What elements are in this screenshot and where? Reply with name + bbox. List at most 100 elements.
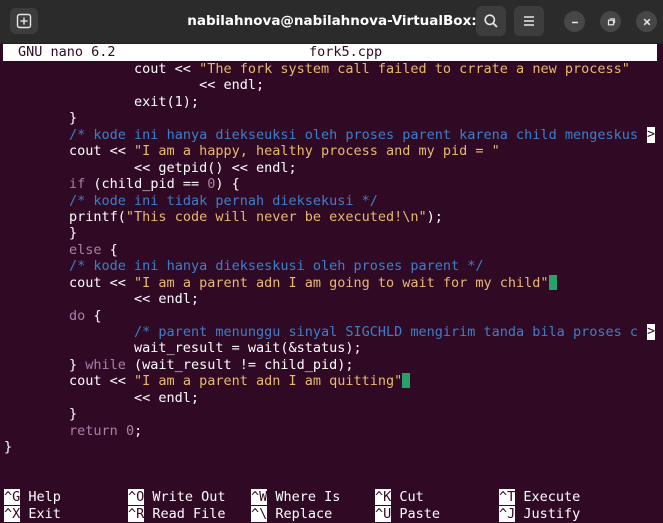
shortcut-label: Replace bbox=[267, 506, 333, 522]
code-text: cout << bbox=[4, 61, 200, 77]
code-line: else { bbox=[4, 242, 638, 258]
code-string: "I am a parent adn I am going to wait fo… bbox=[134, 274, 549, 291]
code-line: /* kode ini hanya diekseskusi oleh prose… bbox=[4, 258, 638, 274]
shortcut-key: ^U bbox=[375, 506, 392, 522]
shortcut-item[interactable]: ^K Cut bbox=[375, 489, 424, 506]
code-text: (child_pid == bbox=[85, 176, 208, 193]
code-text: wait_result = wait(&status); bbox=[4, 340, 362, 357]
shortcut-key: ^O bbox=[128, 489, 145, 505]
code-text: } bbox=[4, 356, 86, 373]
code-comment: /* kode ini hanya diekseskusi oleh prose… bbox=[69, 258, 484, 275]
shortcut-label: Help bbox=[20, 489, 61, 505]
maximize-icon bbox=[607, 17, 615, 25]
shortcut-item[interactable]: ^J Justify bbox=[499, 506, 580, 523]
shortcut-item[interactable]: ^\ Replace bbox=[251, 506, 332, 523]
code-line: << endl; bbox=[4, 390, 638, 406]
code-text: } bbox=[4, 110, 78, 127]
code-text: ); bbox=[426, 208, 443, 225]
code-text: { bbox=[85, 307, 102, 324]
terminal-area[interactable]: GNU nano 6.2 fork5.cpp cout << "The fork… bbox=[0, 44, 663, 523]
nano-shortcut-bar: ^G Help ^O Write Out ^W Where Is ^K Cut ^T E… bbox=[4, 489, 663, 523]
code-line: << getpid() << endl; bbox=[4, 160, 638, 176]
code-line: /* parent menunggu sinyal SIGCHLD mengir… bbox=[4, 324, 638, 340]
code-editor[interactable]: cout << "The fork system call failed to … bbox=[4, 61, 638, 456]
shortcut-key: ^K bbox=[375, 489, 392, 505]
code-line: cout << "I am a parent adn I am quitting… bbox=[4, 373, 638, 389]
code-text: ; bbox=[134, 422, 143, 439]
shortcut-item[interactable]: ^W Where Is bbox=[251, 489, 340, 506]
code-line: wait_result = wait(&status); bbox=[4, 340, 638, 356]
shortcut-label: Paste bbox=[391, 506, 441, 522]
code-line: << endl; bbox=[4, 291, 638, 307]
shortcut-item[interactable]: ^U Paste bbox=[375, 506, 440, 523]
search-button[interactable] bbox=[476, 6, 506, 36]
code-line: } bbox=[4, 225, 638, 241]
shortcut-item[interactable]: ^T Execute bbox=[499, 489, 580, 506]
menu-button[interactable] bbox=[514, 6, 544, 36]
minimize-button[interactable] bbox=[564, 11, 585, 32]
shortcut-label: Read File bbox=[144, 506, 226, 522]
shortcut-item[interactable]: ^G Help bbox=[4, 489, 61, 506]
nano-filename: fork5.cpp bbox=[309, 44, 383, 60]
code-text: cout << bbox=[4, 274, 135, 291]
search-icon bbox=[484, 14, 498, 28]
code-text: { bbox=[101, 241, 118, 258]
code-line: } bbox=[4, 406, 638, 422]
code-text: } bbox=[4, 406, 78, 423]
code-text: } bbox=[4, 225, 78, 242]
code-line: return 0; bbox=[4, 423, 638, 439]
code-keyword: do bbox=[69, 307, 86, 324]
code-line: } while (wait_result != child_pid); bbox=[4, 357, 638, 373]
minimize-icon bbox=[571, 21, 578, 23]
shortcut-label: Where Is bbox=[267, 489, 341, 505]
close-icon bbox=[643, 18, 650, 25]
code-keyword: else bbox=[69, 241, 102, 258]
close-button[interactable] bbox=[636, 11, 657, 32]
code-line: printf("This code will never be executed… bbox=[4, 209, 638, 225]
shortcut-key: ^X bbox=[4, 506, 21, 522]
nano-version: GNU nano 6.2 bbox=[18, 44, 116, 60]
code-text: << endl; bbox=[4, 291, 200, 308]
hamburger-menu-icon bbox=[524, 16, 534, 26]
code-line: cout << "I am a happy, healthy process a… bbox=[4, 143, 638, 159]
code-keyword: 0 bbox=[125, 422, 135, 439]
window-titlebar: nabilahnova@nabilahnova-VirtualBox: ~ bbox=[0, 0, 663, 44]
code-line: exit(1); bbox=[4, 94, 638, 110]
shortcut-key: ^R bbox=[128, 506, 145, 522]
code-text: } bbox=[4, 439, 13, 456]
line-truncation-marker: > bbox=[647, 127, 655, 143]
shortcut-item[interactable]: ^R Read File bbox=[128, 506, 226, 523]
code-text: (wait_result != child_pid); bbox=[125, 356, 354, 373]
code-text: exit(1); bbox=[4, 93, 200, 110]
new-tab-button[interactable] bbox=[10, 8, 38, 34]
code-comment: /* parent menunggu sinyal SIGCHLD mengir… bbox=[134, 324, 638, 340]
code-string: "The fork system call failed to crrate a… bbox=[199, 61, 630, 77]
code-line: cout << "The fork system call failed to … bbox=[4, 61, 638, 77]
code-line: } bbox=[4, 110, 638, 126]
code-string: "This code will never be executed!\n" bbox=[125, 208, 427, 225]
code-text: << endl; bbox=[4, 77, 265, 94]
code-text: printf( bbox=[4, 208, 126, 225]
shortcut-label: Exit bbox=[20, 506, 61, 522]
shortcut-label: Write Out bbox=[144, 489, 226, 505]
code-text: cout << bbox=[4, 373, 135, 390]
code-keyword: if bbox=[69, 176, 86, 193]
maximize-button[interactable] bbox=[600, 11, 621, 32]
code-line: << endl; bbox=[4, 77, 638, 93]
code-line: } bbox=[4, 439, 638, 455]
shortcut-label: Cut bbox=[391, 489, 424, 505]
shortcut-item[interactable]: ^O Write Out bbox=[128, 489, 226, 506]
shortcut-key: ^G bbox=[4, 489, 21, 505]
shortcut-item[interactable]: ^X Exit bbox=[4, 506, 61, 523]
shortcut-key: ^J bbox=[499, 506, 516, 522]
shortcut-label: Justify bbox=[515, 506, 581, 522]
code-comment: /* kode ini tidak pernah dieksekusi */ bbox=[69, 192, 378, 209]
code-line: /* kode ini hanya diekseuksi oleh proses… bbox=[4, 127, 638, 143]
